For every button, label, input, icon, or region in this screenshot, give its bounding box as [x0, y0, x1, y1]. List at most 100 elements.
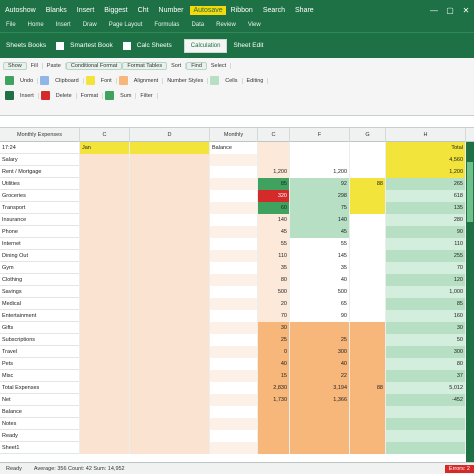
cell-g[interactable] [350, 166, 386, 178]
cell-a[interactable]: Utilities [0, 178, 80, 190]
cell-a[interactable]: Notes [0, 418, 80, 430]
maximize-icon[interactable]: ▢ [442, 6, 458, 15]
book-checkbox[interactable] [122, 41, 131, 50]
cell-g[interactable]: 88 [350, 382, 386, 394]
cell-a[interactable]: Internet [0, 238, 80, 250]
ribbon-group-undo[interactable]: Undo [16, 77, 39, 84]
ribbon-group-show[interactable]: Show [3, 61, 27, 70]
cell-e[interactable]: 40 [258, 358, 290, 370]
cell-f[interactable]: 298 [290, 190, 350, 202]
cell-g[interactable] [350, 250, 386, 262]
cell-a[interactable]: Insurance [0, 214, 80, 226]
cell-g[interactable] [350, 142, 386, 154]
vertical-scrollbar[interactable] [466, 142, 474, 462]
cell-g[interactable] [350, 370, 386, 382]
cell-a[interactable]: Net [0, 394, 80, 406]
cell-d[interactable] [210, 250, 258, 262]
cell-d[interactable] [210, 382, 258, 394]
cell-b[interactable] [80, 346, 130, 358]
ribbon-group-delete[interactable]: Delete [52, 92, 77, 99]
cell-c[interactable] [130, 322, 210, 334]
cell-c[interactable] [130, 238, 210, 250]
column-header-d[interactable]: Monthly [210, 128, 258, 142]
cell-d[interactable] [210, 262, 258, 274]
cell-a[interactable]: Gym [0, 262, 80, 274]
cell-c[interactable] [130, 214, 210, 226]
formula-bar[interactable] [0, 116, 474, 128]
cell-f[interactable]: 92 [290, 178, 350, 190]
sum-icon[interactable] [105, 91, 115, 100]
cell-a[interactable]: Entertainment [0, 310, 80, 322]
cell-h[interactable]: 618 [386, 190, 466, 202]
cell-c[interactable] [130, 442, 210, 454]
cell-e[interactable] [258, 418, 290, 430]
tab-formulas[interactable]: Formulas [148, 20, 185, 32]
cell-d[interactable] [210, 226, 258, 238]
cell-d[interactable] [210, 274, 258, 286]
ribbon-group-sum[interactable]: Sum [116, 92, 137, 99]
cell-b[interactable] [80, 214, 130, 226]
cell-b[interactable] [80, 262, 130, 274]
cell-a[interactable]: Transport [0, 202, 80, 214]
cell-g[interactable] [350, 406, 386, 418]
cell-a[interactable]: Dining Out [0, 250, 80, 262]
cell-e[interactable] [258, 442, 290, 454]
cell-g[interactable] [350, 202, 386, 214]
cell-c[interactable] [130, 226, 210, 238]
tab-home[interactable]: Home [22, 20, 50, 32]
column-header-c[interactable]: D [130, 128, 210, 142]
cell-b[interactable] [80, 370, 130, 382]
cell-e[interactable]: 1,200 [258, 166, 290, 178]
cell-f[interactable]: 35 [290, 262, 350, 274]
cell-e[interactable]: 35 [258, 262, 290, 274]
cell-d[interactable] [210, 154, 258, 166]
ribbon-group-editing[interactable]: Editing [243, 77, 269, 84]
cell-e[interactable] [258, 406, 290, 418]
cell-b[interactable] [80, 190, 130, 202]
cell-c[interactable] [130, 358, 210, 370]
delete-icon[interactable] [40, 91, 50, 100]
ribbon-display-button[interactable]: Ribbon [226, 7, 258, 14]
cell-b[interactable] [80, 406, 130, 418]
cell-b[interactable] [80, 166, 130, 178]
cell-c[interactable] [130, 286, 210, 298]
autosave-toggle[interactable]: Autosave [190, 5, 226, 15]
cell-a[interactable]: Rent / Mortgage [0, 166, 80, 178]
cell-a[interactable]: Gifts [0, 322, 80, 334]
ribbon-group-fill[interactable]: Fill [27, 62, 43, 69]
undo-icon[interactable] [5, 76, 14, 85]
cell-g[interactable] [350, 298, 386, 310]
cell-e[interactable]: 2,830 [258, 382, 290, 394]
smartest-book-label[interactable]: Smartest Book [64, 42, 119, 49]
cell-h[interactable]: 5,012 [386, 382, 466, 394]
column-header-f[interactable]: F [290, 128, 350, 142]
cell-d[interactable] [210, 190, 258, 202]
cell-e[interactable]: 60 [258, 202, 290, 214]
cell-b[interactable] [80, 274, 130, 286]
ribbon-group-insert[interactable]: Insert [16, 92, 39, 99]
cell-h[interactable] [386, 430, 466, 442]
cell-g[interactable] [350, 358, 386, 370]
cell-f[interactable] [290, 430, 350, 442]
cell-b[interactable] [80, 154, 130, 166]
cell-e[interactable]: 80 [258, 274, 290, 286]
cell-d[interactable] [210, 322, 258, 334]
cell-f[interactable]: 22 [290, 370, 350, 382]
cell-f[interactable]: 40 [290, 274, 350, 286]
cell-e[interactable]: 1,730 [258, 394, 290, 406]
cell-d[interactable] [210, 334, 258, 346]
ribbon-group-format[interactable]: Format [77, 92, 104, 99]
cell-d[interactable] [210, 430, 258, 442]
cell-f[interactable]: 65 [290, 298, 350, 310]
title-item-1[interactable]: Blanks [41, 7, 72, 14]
cell-f[interactable]: 500 [290, 286, 350, 298]
ribbon-group-paste[interactable]: Paste [43, 62, 66, 69]
ribbon-group-cells[interactable]: Cells [221, 77, 243, 84]
cell-g[interactable] [350, 346, 386, 358]
tab-view[interactable]: View [242, 20, 267, 32]
cell-e[interactable] [258, 154, 290, 166]
ribbon-group-clipboard[interactable]: Clipboard [51, 77, 84, 84]
title-item-3[interactable]: Biggest [99, 7, 132, 14]
cell-e[interactable]: 30 [258, 322, 290, 334]
cell-c[interactable] [130, 166, 210, 178]
